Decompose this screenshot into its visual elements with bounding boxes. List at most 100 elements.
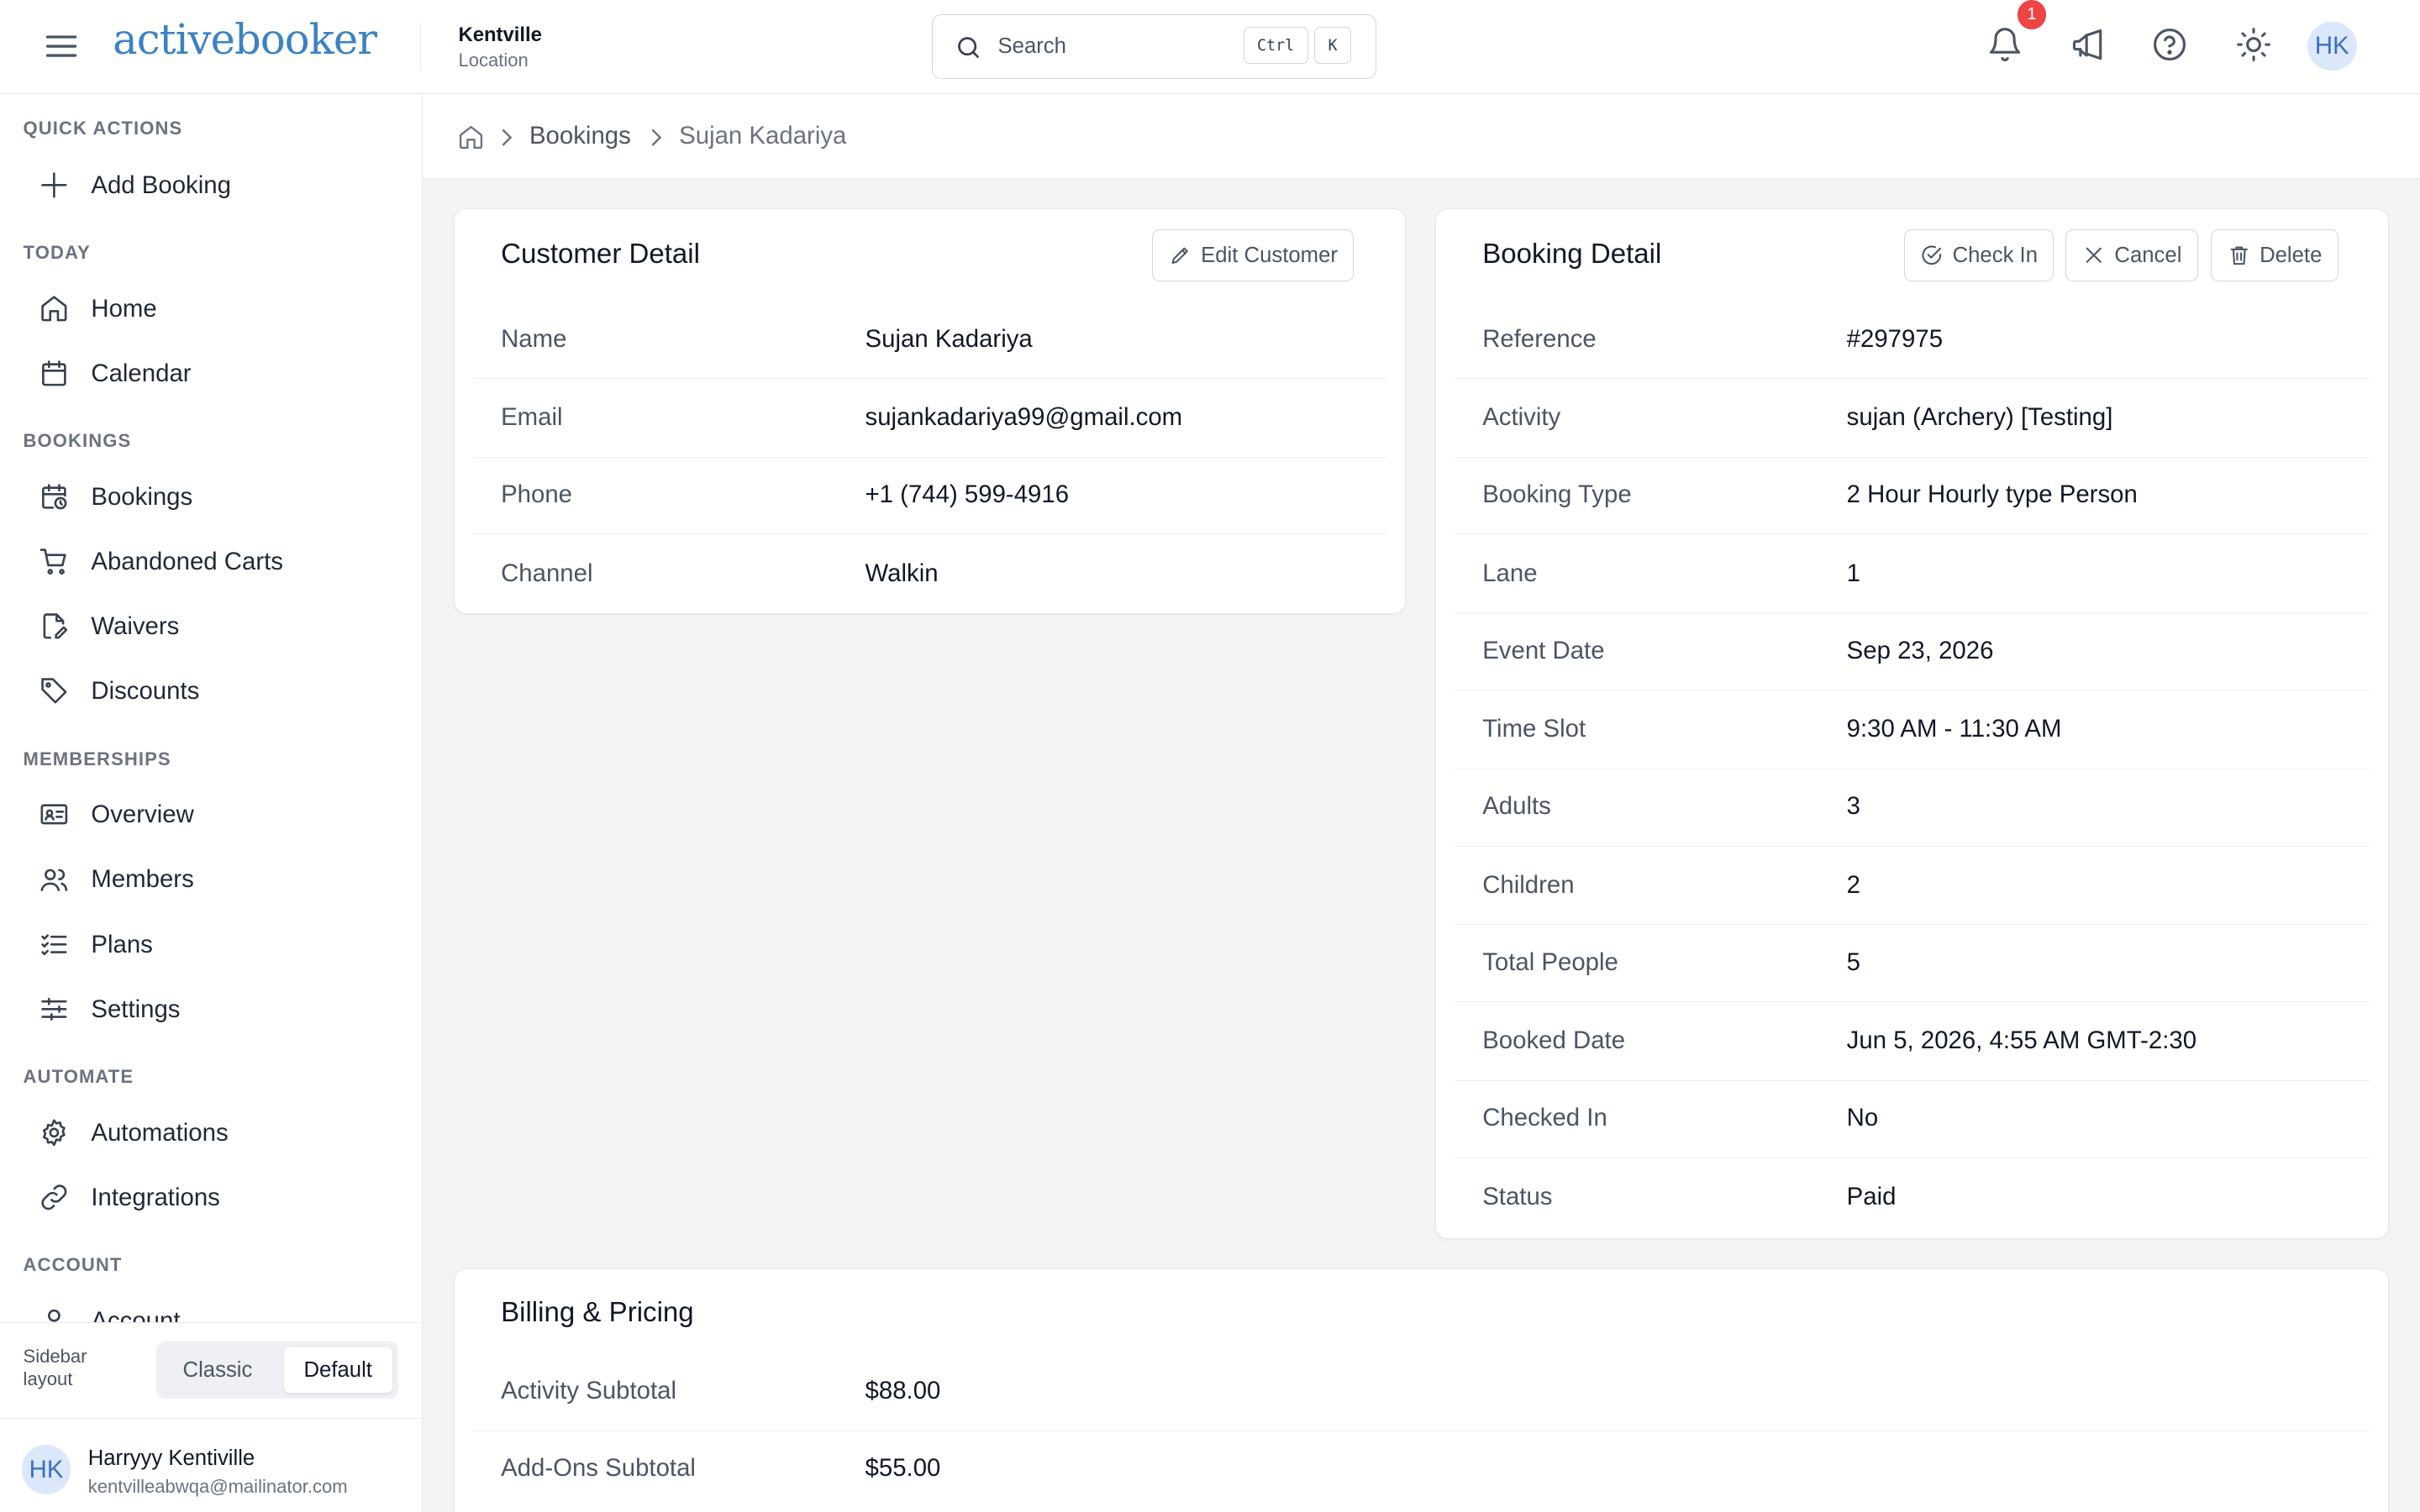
- field-value: Sep 23, 2026: [1846, 636, 1994, 664]
- header-avatar[interactable]: HK: [2307, 21, 2357, 71]
- check-in-button[interactable]: Check In: [1903, 228, 2054, 282]
- field-value: $55.00: [865, 1454, 941, 1483]
- plus-icon: [41, 172, 67, 198]
- field-label: Checked In: [1482, 1104, 1607, 1132]
- home-icon[interactable]: [457, 123, 485, 151]
- cancel-button[interactable]: Cancel: [2065, 228, 2198, 282]
- bell-icon[interactable]: [1986, 26, 2023, 63]
- sidebar-item-bookings[interactable]: Bookings: [0, 466, 421, 528]
- sidebar-item-label: Waivers: [91, 612, 180, 641]
- sidebar-item-label: Bookings: [91, 482, 193, 511]
- shortcut-k-key: K: [1314, 27, 1352, 65]
- sidebar-item-waivers[interactable]: Waivers: [0, 596, 421, 657]
- sidebar-item-label: Plans: [91, 930, 153, 958]
- sidebar-layout-switcher: Sidebar layout Classic Default: [0, 1322, 422, 1418]
- breadcrumb-current: Sujan Kadariya: [679, 122, 847, 150]
- breadcrumb: Bookings Sujan Kadariya: [423, 94, 2420, 180]
- sidebar-item-automations[interactable]: Automations: [0, 1101, 421, 1163]
- field-label: Activity Subtotal: [501, 1377, 677, 1405]
- sidebar-item-label: Abandoned Carts: [91, 548, 283, 576]
- sidebar-item-label: Settings: [91, 995, 181, 1023]
- help-icon[interactable]: [2151, 26, 2188, 63]
- edit-customer-button[interactable]: Edit Customer: [1152, 228, 1355, 282]
- layout-default-button[interactable]: Default: [283, 1347, 392, 1393]
- sidebar-item-label: Discounts: [91, 677, 200, 706]
- field-label: Channel: [501, 559, 593, 587]
- field-value: #297975: [1846, 324, 1944, 353]
- header-divider: [419, 21, 422, 71]
- calendar-clock-icon: [41, 484, 67, 510]
- edit-customer-label: Edit Customer: [1201, 243, 1338, 267]
- shortcut-ctrl-key: Ctrl: [1243, 27, 1308, 65]
- field-value: 5: [1846, 948, 1861, 976]
- field-value: Walkin: [865, 559, 939, 587]
- section-quick-actions: QUICK ACTIONS: [23, 117, 183, 139]
- breadcrumb-bookings-link[interactable]: Bookings: [529, 122, 631, 150]
- search-input[interactable]: Search Ctrl K: [932, 13, 1377, 79]
- field-value: Sujan Kadariya: [865, 324, 1033, 353]
- list-item: Booked Date Jun 5, 2026, 4:55 AM GMT-2:30: [1455, 1004, 2370, 1081]
- layout-classic-button[interactable]: Classic: [162, 1347, 273, 1392]
- menu-icon[interactable]: [43, 28, 80, 65]
- sidebar-item-add-booking[interactable]: Add Booking: [0, 155, 421, 216]
- list-item: Email sujankadariya99@gmail.com: [473, 381, 1387, 458]
- user-name: Harryyy Kentiville: [87, 1446, 255, 1470]
- field-label: Activity: [1482, 403, 1561, 432]
- list-item: Add-Ons Subtotal $55.00: [473, 1431, 2370, 1509]
- sidebar-item-home[interactable]: Home: [0, 278, 421, 339]
- list-item: Booking Type 2 Hour Hourly type Person: [1455, 458, 2370, 535]
- megaphone-icon[interactable]: [2070, 26, 2107, 63]
- field-label: Reference: [1482, 324, 1597, 353]
- section-bookings: BOOKINGS: [23, 430, 132, 452]
- trash-icon: [2230, 246, 2248, 265]
- sidebar-item-calendar[interactable]: Calendar: [0, 343, 421, 404]
- location-name[interactable]: Kentville: [458, 24, 541, 47]
- customer-detail-card: Customer Detail Edit Customer Name Sujan…: [453, 207, 1407, 614]
- billing-pricing-title: Billing & Pricing: [501, 1296, 694, 1328]
- list-item: Lane 1: [1455, 536, 2370, 614]
- field-label: Booking Type: [1482, 480, 1632, 509]
- list-item: Status Paid: [1455, 1159, 2370, 1236]
- sidebar-item-integrations[interactable]: Integrations: [0, 1167, 421, 1228]
- field-label: Email: [501, 403, 563, 432]
- id-card-icon: [40, 804, 68, 825]
- sidebar-item-label: Automations: [91, 1118, 229, 1147]
- sidebar-item-label: Integrations: [91, 1183, 220, 1211]
- field-label: Name: [501, 324, 567, 353]
- field-label: Time Slot: [1482, 715, 1586, 743]
- sun-icon[interactable]: [2235, 26, 2272, 63]
- customer-detail-title: Customer Detail: [501, 238, 700, 270]
- sidebar-item-discounts[interactable]: Discounts: [0, 660, 421, 722]
- field-value: sujankadariya99@gmail.com: [865, 403, 1183, 432]
- section-automate: AUTOMATE: [23, 1066, 134, 1088]
- billing-pricing-card: Billing & Pricing Activity Subtotal $88.…: [453, 1268, 2390, 1512]
- field-value: No: [1846, 1104, 1879, 1132]
- cart-icon: [39, 549, 66, 575]
- field-value: Paid: [1846, 1182, 1897, 1210]
- field-label: Booked Date: [1482, 1026, 1626, 1055]
- sidebar-item-plans[interactable]: Plans: [0, 913, 421, 974]
- sidebar-item-abandoned-carts[interactable]: Abandoned Carts: [0, 531, 421, 592]
- field-label: Add-Ons Subtotal: [501, 1454, 696, 1483]
- sidebar-nav[interactable]: QUICK ACTIONS Add Booking TODAY Home Cal…: [0, 94, 421, 1322]
- list-item: Channel Walkin: [473, 536, 1386, 613]
- field-value: 3: [1846, 792, 1861, 821]
- sidebar-item-account[interactable]: Account: [0, 1289, 421, 1322]
- pencil-icon: [1171, 247, 1188, 265]
- sidebar-item-settings[interactable]: Settings: [0, 978, 421, 1039]
- delete-button[interactable]: Delete: [2211, 228, 2338, 282]
- home-icon: [41, 296, 67, 322]
- sidebar-item-overview[interactable]: Overview: [0, 784, 421, 845]
- field-label: Children: [1482, 870, 1575, 899]
- list-item: Checked In No: [1455, 1081, 2370, 1158]
- list-item: Adults 3: [1455, 769, 2370, 847]
- user-profile[interactable]: HK Harryyy Kentiville kentvilleabwqa@mai…: [0, 1417, 422, 1512]
- field-value: Jun 5, 2026, 4:55 AM GMT-2:30: [1846, 1026, 2197, 1055]
- list-item: Total People 5: [1455, 925, 2370, 1002]
- section-memberships: MEMBERSHIPS: [23, 748, 171, 769]
- section-today: TODAY: [23, 242, 91, 264]
- top-header: activebooker Kentville Location Search C…: [0, 0, 2420, 95]
- sidebar-item-members[interactable]: Members: [0, 848, 421, 910]
- app-logo[interactable]: activebooker: [113, 15, 377, 64]
- search-icon: [958, 36, 979, 58]
